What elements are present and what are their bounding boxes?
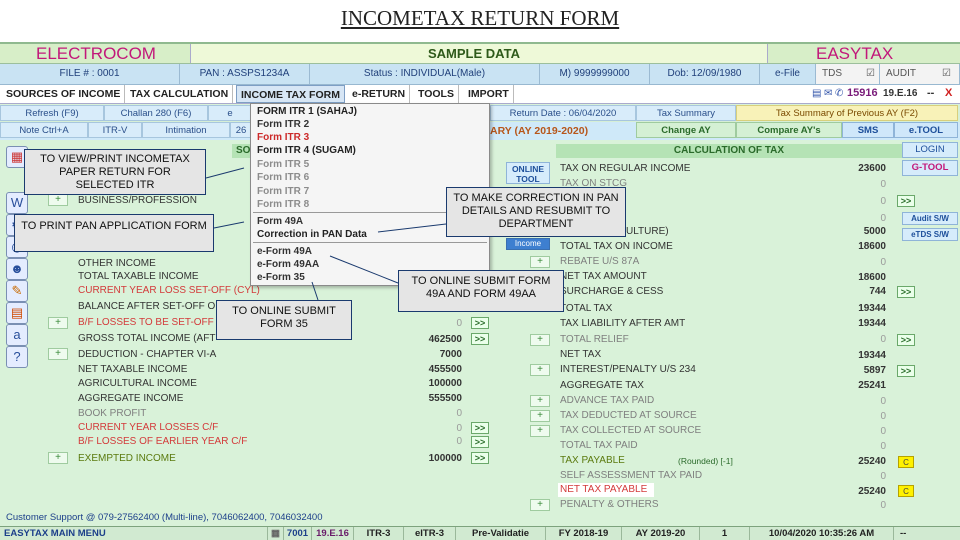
connector-line (311, 281, 319, 301)
status-datetime: 10/04/2020 10:35:26 AM (750, 527, 894, 540)
connector-line (213, 221, 245, 229)
main-menu-button[interactable]: EASYTAX MAIN MENU (0, 527, 268, 540)
status-itr: ITR-3 (354, 527, 404, 540)
status-dash: -- (900, 528, 907, 539)
connector-line (205, 167, 245, 179)
status-prevalidate: Pre-Validatie (456, 527, 546, 540)
callout-view-print: TO VIEW/PRINT INCOMETAX PAPER RETURN FOR… (24, 149, 206, 195)
status-fy: FY 2018-19 (546, 527, 622, 540)
connector-line (377, 223, 447, 233)
status-version: 19.E.16 (312, 527, 354, 540)
status-ay: AY 2019-20 (622, 527, 700, 540)
callout-online-35: TO ONLINE SUBMIT FORM 35 (216, 300, 352, 340)
connector-line (329, 255, 399, 284)
status-eitr: eITR-3 (404, 527, 456, 540)
calculator-icon[interactable]: ▦ (268, 527, 284, 540)
callout-online-49a: TO ONLINE SUBMIT FORM 49A AND FORM 49AA (398, 270, 564, 312)
customer-support-text: Customer Support @ 079-27562400 (Multi-l… (6, 512, 323, 523)
status-code: 7001 (284, 527, 312, 540)
status-count: 1 (700, 527, 750, 540)
callout-pan-application: TO PRINT PAN APPLICATION FORM (14, 214, 214, 252)
callout-pan-correction: TO MAKE CORRECTION IN PAN DETAILS AND RE… (446, 187, 626, 237)
status-bar: EASYTAX MAIN MENU ▦ 7001 19.E.16 ITR-3 e… (0, 526, 960, 540)
